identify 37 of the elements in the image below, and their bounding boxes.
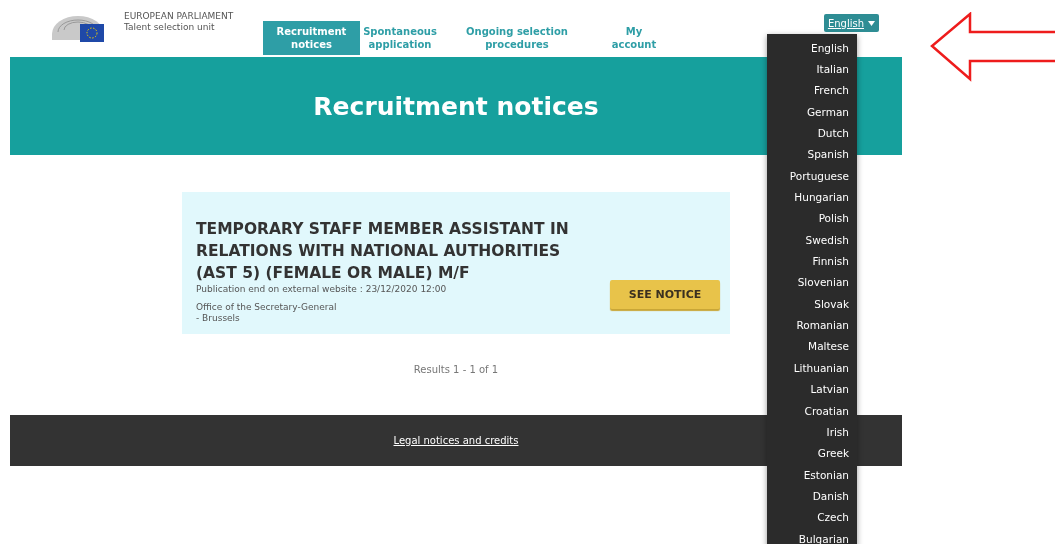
publication-date: Publication end on external website : 23/12/2020 12:00 xyxy=(196,284,448,295)
language-option[interactable]: Irish xyxy=(767,421,857,443)
org-unit: Talent selection unit xyxy=(124,21,216,33)
department: Office of the Secretary-General xyxy=(196,302,338,313)
language-option[interactable]: Polish xyxy=(767,207,857,230)
language-option[interactable]: Lithuanian xyxy=(767,357,857,379)
language-option[interactable]: Czech xyxy=(767,506,857,528)
location: - Brussels xyxy=(196,313,241,324)
notice-title: TEMPORARY STAFF MEMBER ASSISTANT IN RELATIONS WITH NATIONAL AUTHORITIES (AST 5) (FEMALE OR MALE) M/F xyxy=(196,219,570,284)
language-select[interactable]: English xyxy=(823,14,879,32)
caret-icon xyxy=(868,20,875,26)
language-option[interactable]: Portuguese xyxy=(767,165,857,187)
language-option[interactable]: Slovenian xyxy=(767,271,857,294)
language-option[interactable]: Greek xyxy=(767,442,857,464)
see-notice-button[interactable]: SEE NOTICE xyxy=(610,280,720,309)
legal-notices-link[interactable]: Legal notices and credits xyxy=(393,435,519,446)
language-option[interactable]: Croatian xyxy=(767,399,857,422)
language-option[interactable]: Italian xyxy=(767,58,857,80)
language-option[interactable]: Latvian xyxy=(767,378,857,400)
results-count: Results 1 - 1 of 1 xyxy=(413,364,499,375)
language-option[interactable]: Maltese xyxy=(767,335,857,358)
language-option[interactable]: Estonian xyxy=(767,463,857,486)
language-option[interactable]: Spanish xyxy=(767,143,857,166)
language-option[interactable]: Swedish xyxy=(767,229,857,251)
language-option[interactable]: Romanian xyxy=(767,314,857,336)
language-option[interactable]: Danish xyxy=(767,485,857,507)
parliament-logo-icon xyxy=(50,13,106,44)
language-option[interactable]: French xyxy=(767,79,857,102)
org-name: EUROPEAN PARLIAMENT xyxy=(124,10,234,22)
language-option[interactable]: Bulgarian xyxy=(767,527,857,544)
language-option[interactable]: English xyxy=(767,37,857,59)
language-option[interactable]: Dutch xyxy=(767,122,857,144)
language-option[interactable]: German xyxy=(767,101,857,123)
language-option[interactable]: Finnish xyxy=(767,250,857,272)
language-option[interactable]: Hungarian xyxy=(767,186,857,208)
language-option[interactable]: Slovak xyxy=(767,293,857,315)
page-title: Recruitment notices xyxy=(313,91,599,121)
